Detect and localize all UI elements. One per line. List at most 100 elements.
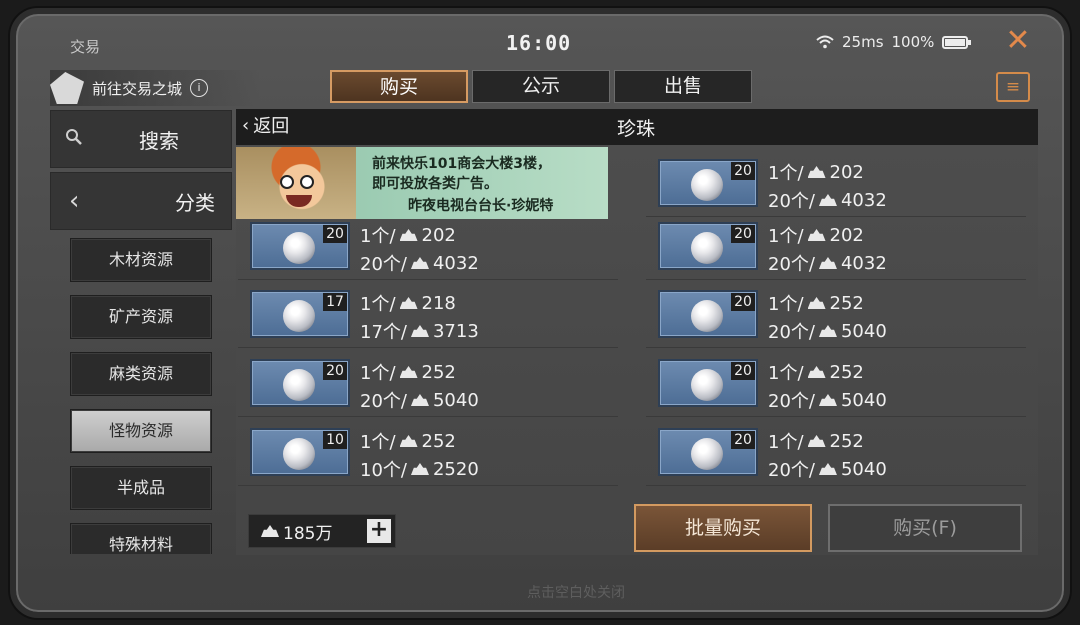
buy-button[interactable]: 购买(F) <box>828 504 1022 552</box>
pearl-icon <box>283 369 315 401</box>
item-thumbnail: 20 <box>658 428 758 476</box>
tab-sell[interactable]: 出售 <box>614 70 752 103</box>
sidebar-item-semi-finished[interactable]: 半成品 <box>70 466 212 510</box>
battery-icon <box>942 35 972 49</box>
listing-item[interactable]: 20 1个/202 20个/4032 <box>646 155 1026 217</box>
sidebar-item-hemp[interactable]: 麻类资源 <box>70 352 212 396</box>
unit-price-line: 1个/202 <box>768 222 864 248</box>
unit-label: 1个/ <box>768 163 804 184</box>
ad-character-image <box>236 147 356 219</box>
back-label: 返回 <box>253 116 290 137</box>
category-list[interactable]: 木材资源 矿产资源 麻类资源 怪物资源 半成品 特殊材料 <box>70 238 214 554</box>
currency-icon <box>261 525 279 537</box>
item-thumbnail: 20 <box>250 222 350 270</box>
item-category-title: 珍珠 <box>616 118 655 140</box>
sidebar-item-wood[interactable]: 木材资源 <box>70 238 212 282</box>
total-label: 20个/ <box>768 391 815 412</box>
unit-label: 1个/ <box>768 294 804 315</box>
total-label: 10个/ <box>360 460 407 481</box>
ad-text-line1: 前来快乐101商会大楼3楼， <box>372 156 551 172</box>
total-price: 4032 <box>840 189 887 211</box>
total-price: 5040 <box>432 389 479 411</box>
quantity-badge: 20 <box>323 225 347 243</box>
item-thumbnail: 20 <box>658 159 758 207</box>
unit-label: 1个/ <box>768 432 804 453</box>
tab-announce[interactable]: 公示 <box>472 70 610 103</box>
clipboard-icon[interactable]: ≡ <box>996 72 1030 102</box>
pearl-icon <box>691 169 723 201</box>
funds-amount: 185万 <box>283 523 333 544</box>
unit-label: 1个/ <box>768 226 804 247</box>
pearl-icon <box>691 369 723 401</box>
ad-banner[interactable]: 前来快乐101商会大楼3楼， 即可投放各类广告。 昨夜电视台台长·珍妮特 <box>236 147 608 219</box>
unit-price-line: 1个/202 <box>360 222 456 248</box>
trade-window: 交易 16:00 25ms 100% ✕ 前往交易之城 i 购买 公示 出售 ≡… <box>10 8 1070 618</box>
total-price: 5040 <box>840 320 887 342</box>
sidebar-item-special[interactable]: 特殊材料 <box>70 523 212 554</box>
bulk-buy-button[interactable]: 批量购买 <box>634 504 812 552</box>
pearl-icon <box>283 232 315 264</box>
currency-icon <box>818 194 837 206</box>
total-price: 5040 <box>840 389 887 411</box>
status-indicators: 25ms 100% <box>816 33 972 51</box>
category-button[interactable]: ‹ 分类 <box>50 172 232 230</box>
tab-buy[interactable]: 购买 <box>330 70 468 103</box>
total-price: 3713 <box>432 320 479 342</box>
unit-price: 252 <box>421 430 456 452</box>
currency-icon <box>410 325 429 337</box>
unit-price-line: 1个/252 <box>768 359 864 385</box>
clock: 16:00 <box>506 31 572 55</box>
item-thumbnail: 20 <box>658 290 758 338</box>
unit-label: 1个/ <box>360 432 396 453</box>
unit-price: 252 <box>829 361 864 383</box>
listing-item[interactable]: 20 1个/252 20个/5040 <box>646 355 1026 417</box>
quantity-badge: 20 <box>731 362 755 380</box>
currency-icon <box>807 366 826 378</box>
total-label: 20个/ <box>360 254 407 275</box>
total-price-line: 20个/5040 <box>768 318 887 344</box>
back-button[interactable]: ‹ 返回 <box>242 112 289 138</box>
currency-icon <box>399 366 418 378</box>
ad-text-line2: 即可投放各类广告。 <box>372 176 498 192</box>
unit-price: 252 <box>829 430 864 452</box>
unit-label: 1个/ <box>360 226 396 247</box>
currency-icon <box>399 297 418 309</box>
unit-price-line: 1个/252 <box>768 290 864 316</box>
currency-icon <box>807 435 826 447</box>
close-icon[interactable]: ✕ <box>1004 26 1032 56</box>
unit-price: 202 <box>421 224 456 246</box>
sidebar-item-ore[interactable]: 矿产资源 <box>70 295 212 339</box>
item-thumbnail: 20 <box>658 359 758 407</box>
currency-icon <box>807 297 826 309</box>
quantity-badge: 20 <box>731 431 755 449</box>
city-link[interactable]: 前往交易之城 i <box>50 70 260 106</box>
pearl-icon <box>691 300 723 332</box>
quantity-badge: 20 <box>731 162 755 180</box>
listing-item[interactable]: 20 1个/252 20个/5040 <box>646 286 1026 348</box>
unit-price-line: 1个/202 <box>768 159 864 185</box>
total-price-line: 20个/5040 <box>360 387 479 413</box>
listing-item[interactable]: 10 1个/252 10个/2520 <box>238 424 618 486</box>
close-hint[interactable]: 点击空白处关闭 <box>456 582 696 602</box>
total-price-line: 10个/2520 <box>360 456 479 482</box>
add-funds-button[interactable]: + <box>367 519 391 543</box>
sidebar-item-monster[interactable]: 怪物资源 <box>70 409 212 453</box>
listing-item[interactable]: 17 1个/218 17个/3713 <box>238 286 618 348</box>
info-icon[interactable]: i <box>190 79 209 97</box>
listing-item[interactable]: 20 1个/252 20个/5040 <box>238 355 618 417</box>
total-price: 4032 <box>432 252 479 274</box>
currency-icon <box>807 229 826 241</box>
listing-item[interactable]: 20 1个/202 20个/4032 <box>238 218 618 280</box>
search-button[interactable]: 搜索 <box>50 110 232 168</box>
funds-display: 185万 + <box>248 514 396 548</box>
listing-item[interactable]: 20 1个/202 20个/4032 <box>646 218 1026 280</box>
battery-fill <box>945 38 966 46</box>
currency-icon <box>399 435 418 447</box>
ping-text: 25ms <box>842 33 884 51</box>
listing-item[interactable]: 20 1个/252 20个/5040 <box>646 424 1026 486</box>
city-logo-icon <box>50 72 84 104</box>
quantity-badge: 20 <box>731 225 755 243</box>
total-label: 17个/ <box>360 322 407 343</box>
category-label: 分类 <box>175 190 215 215</box>
item-thumbnail: 10 <box>250 428 350 476</box>
